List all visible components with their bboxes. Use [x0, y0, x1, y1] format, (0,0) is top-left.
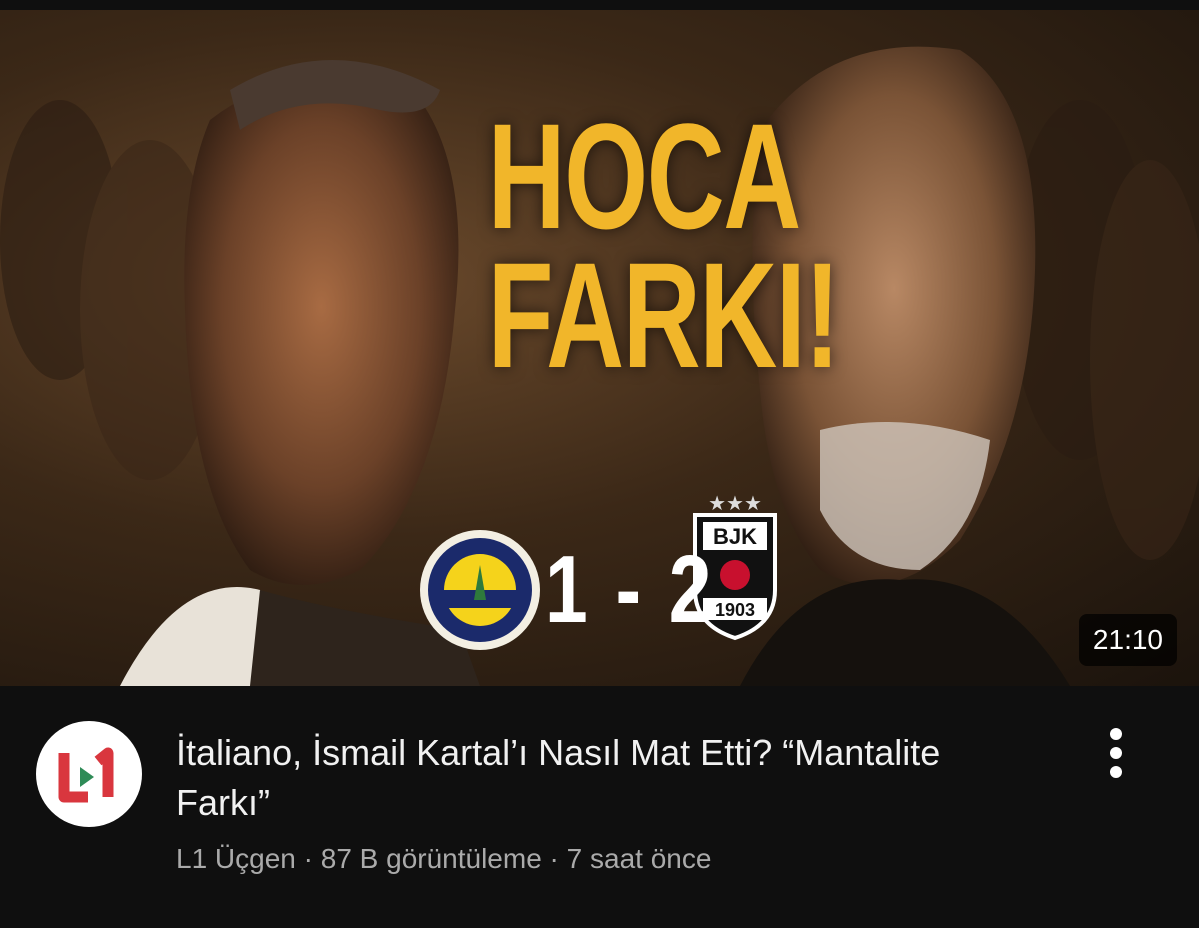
l1-logo-icon	[58, 747, 114, 803]
video-title[interactable]: İtaliano, İsmail Kartal’ı Nasıl Mat Etti…	[176, 728, 1016, 828]
video-thumbnail[interactable]: BJK 1903 ★★★ HOCA FARKI! 1 - 2 21:10	[0, 10, 1199, 686]
more-vert-dot	[1110, 766, 1122, 778]
headline-line-2: FARKI!	[487, 230, 841, 399]
video-duration-badge: 21:10	[1078, 614, 1177, 666]
fenerbahce-crest-icon	[420, 530, 540, 650]
besiktas-badge-year: 1903	[715, 600, 755, 620]
more-vert-dot	[1110, 747, 1122, 759]
match-score: 1 - 2	[545, 536, 715, 643]
stars-icon: ★★★	[708, 493, 762, 515]
besiktas-badge-text: BJK	[713, 524, 757, 549]
headline-line-1: HOCA	[487, 92, 802, 260]
thumbnail-headline: HOCA FARKI!	[440, 92, 841, 399]
more-vert-icon	[1110, 728, 1122, 740]
channel-avatar[interactable]	[36, 721, 142, 827]
more-options-button[interactable]	[1098, 728, 1134, 788]
video-meta: L1 Üçgen · 87 B görüntüleme · 7 saat önc…	[176, 843, 712, 874]
